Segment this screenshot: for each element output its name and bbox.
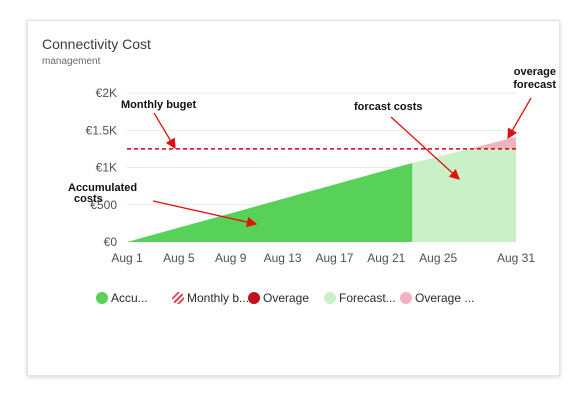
- legend-item-forecast[interactable]: Forecast...: [324, 291, 396, 305]
- legend-label: Accu...: [111, 291, 148, 305]
- series-areas: [127, 136, 516, 242]
- legend-label: Monthly b...: [187, 291, 250, 305]
- y-tick-label: €1K: [96, 161, 117, 175]
- y-tick-label: €2K: [96, 86, 117, 100]
- legend-label: Forecast...: [339, 291, 396, 305]
- forecast-area: [412, 148, 516, 242]
- legend-label: Overage: [263, 291, 310, 305]
- legend-swatch-overage: [248, 292, 260, 304]
- x-tick-label: Aug 25: [419, 251, 457, 265]
- x-tick-label: Aug 31: [497, 251, 535, 265]
- legend-swatch-overage-forecast: [400, 292, 412, 304]
- annotation-accumulated-costs: Accumulated costs: [68, 182, 137, 205]
- legend-item-overage[interactable]: Overage: [248, 291, 309, 305]
- accumulated-area: [127, 163, 413, 242]
- annotation-overage-forecast: overage forecast: [513, 66, 556, 91]
- legend-swatch-monthly-budget: [172, 292, 184, 304]
- arrow-overage-forecast: [507, 97, 532, 140]
- y-tick-label: €0: [104, 235, 118, 249]
- x-tick-label: Aug 1: [111, 251, 143, 265]
- x-tick-label: Aug 17: [315, 251, 353, 265]
- annotation-monthly-budget: Monthly buget: [121, 99, 196, 111]
- legend-label: Overage ...: [415, 291, 475, 305]
- annotation-forecast-costs: forcast costs: [354, 101, 422, 113]
- x-axis-ticks: Aug 1 Aug 5 Aug 9 Aug 13 Aug 17 Aug 21 Aug 25 A…: [111, 251, 535, 265]
- chart-area: €0€500€1K€1.5K€2K Aug 1 Aug 5 Aug 9 Aug 13 A…: [68, 66, 556, 265]
- x-tick-label: Aug 5: [163, 251, 195, 265]
- legend-item-accumulated[interactable]: Accu...: [96, 291, 148, 305]
- x-tick-label: Aug 21: [367, 251, 405, 265]
- legend-item-monthly-budget[interactable]: Monthly b...: [172, 291, 249, 305]
- overage-forecast-area: [469, 136, 516, 149]
- legend-item-overage-forecast[interactable]: Overage ...: [400, 291, 474, 305]
- y-axis-ticks: €0€500€1K€1.5K€2K: [86, 86, 118, 249]
- legend-swatch-accumulated: [96, 292, 108, 304]
- x-tick-label: Aug 13: [264, 251, 302, 265]
- chart-card: Connectivity Cost management €0 €500 €1K €1…: [27, 20, 560, 376]
- legend-swatch-forecast: [324, 292, 336, 304]
- y-tick-label: €1.5K: [86, 123, 117, 137]
- x-tick-label: Aug 9: [215, 251, 247, 265]
